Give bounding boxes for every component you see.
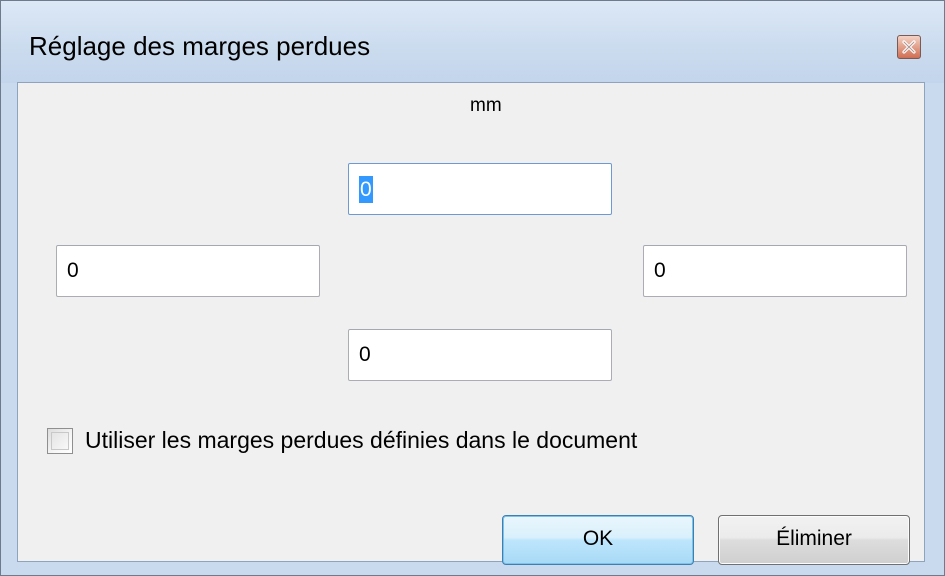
cancel-button[interactable]: Éliminer (718, 515, 910, 565)
left-margin-field[interactable] (56, 245, 320, 297)
title-bar[interactable]: Réglage des marges perdues (1, 1, 944, 83)
top-margin-selected-value[interactable]: 0 (359, 176, 373, 203)
dialog-client-area (17, 82, 925, 562)
right-margin-field[interactable] (643, 245, 907, 297)
dialog-title: Réglage des marges perdues (29, 31, 371, 61)
use-document-bleeds-checkbox[interactable] (47, 428, 73, 454)
close-icon (898, 36, 920, 58)
close-button[interactable] (897, 35, 921, 59)
checkbox-box (51, 432, 69, 450)
use-document-bleeds-label[interactable]: Utiliser les marges perdues définies dan… (85, 427, 637, 454)
top-margin-field[interactable]: 0 (348, 163, 612, 215)
bottom-margin-field[interactable] (348, 329, 612, 381)
ok-button[interactable]: OK (502, 515, 694, 565)
unit-label: mm (470, 95, 502, 116)
